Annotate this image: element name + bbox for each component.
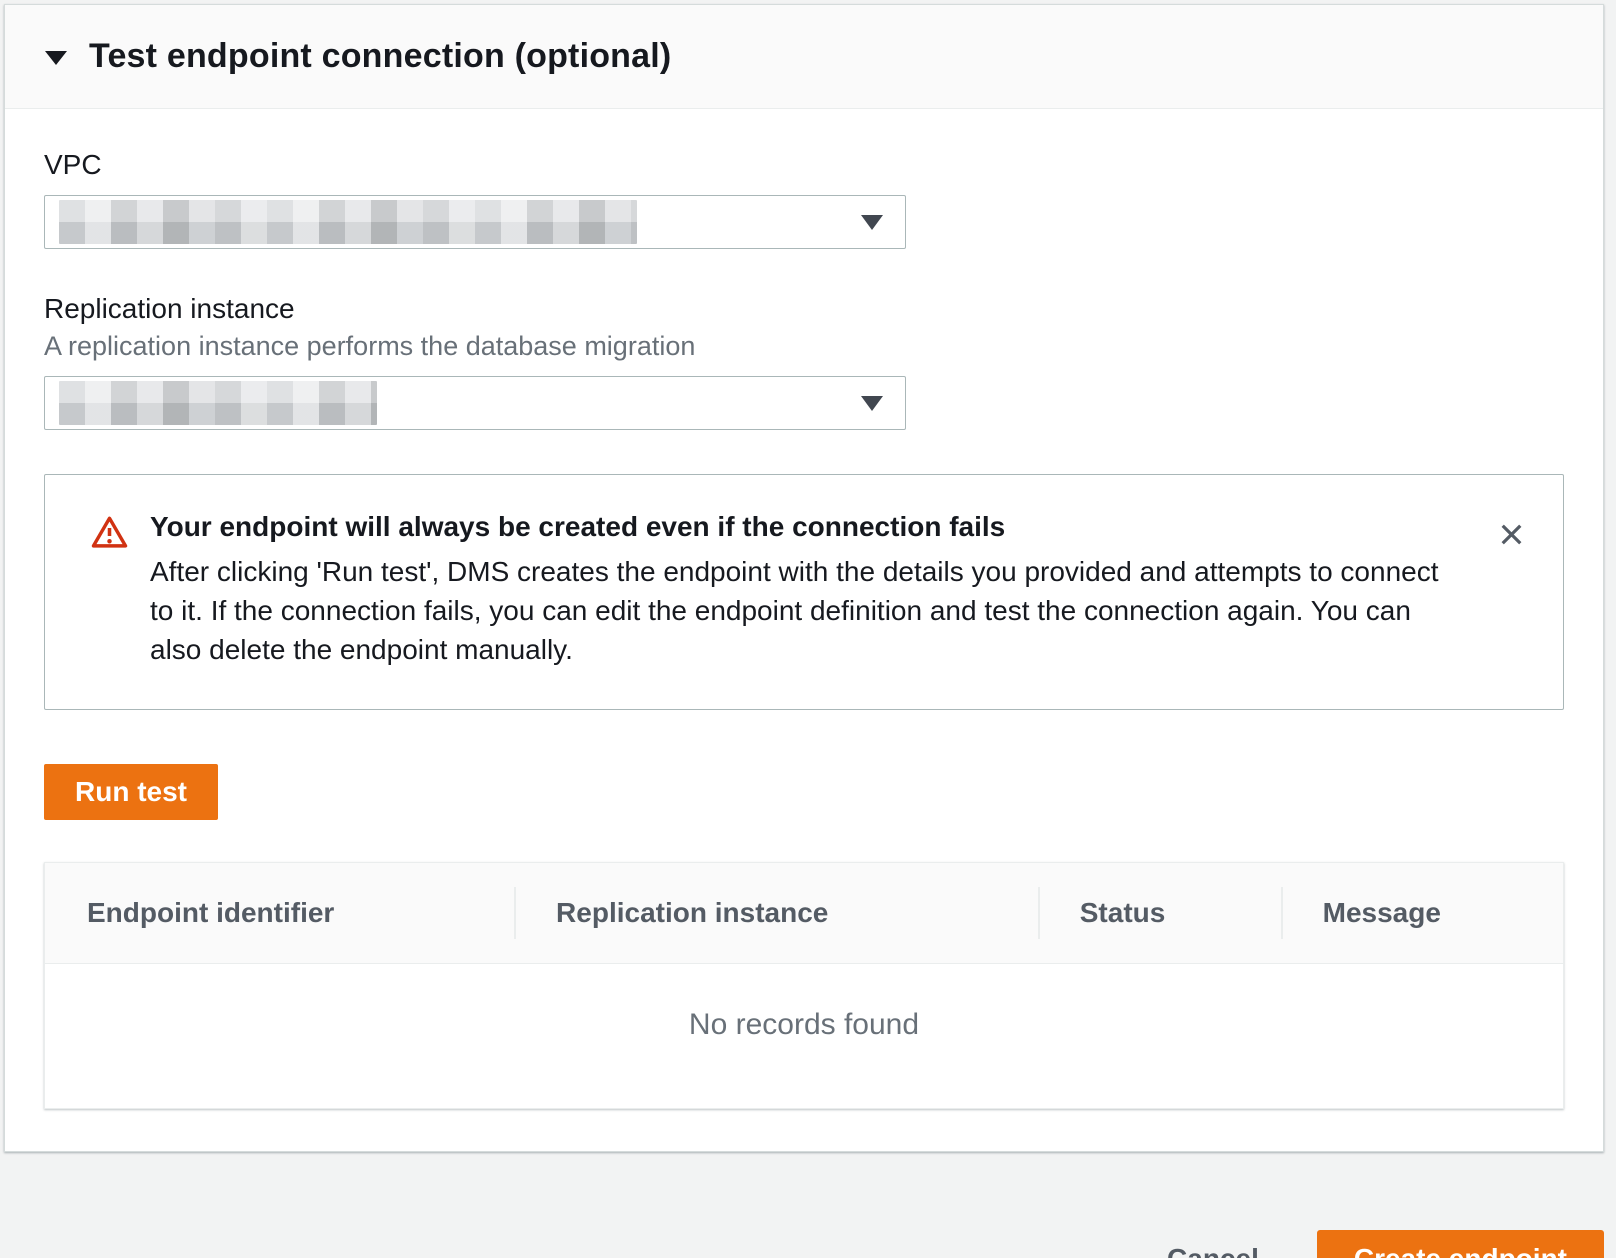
vpc-select[interactable] <box>44 195 906 249</box>
redacted-vpc-value <box>59 200 637 244</box>
replication-instance-field: Replication instance A replication insta… <box>44 293 1564 430</box>
section-title: Test endpoint connection (optional) <box>89 37 671 76</box>
form-actions-footer: Cancel Create endpoint <box>0 1152 1616 1258</box>
replication-instance-description: A replication instance performs the data… <box>44 331 1564 362</box>
section-body: VPC Replication instance A replication i… <box>5 109 1603 1151</box>
create-endpoint-button[interactable]: Create endpoint <box>1317 1230 1604 1258</box>
column-header-message: Message <box>1281 863 1563 963</box>
dismiss-warning-button[interactable] <box>1494 517 1529 555</box>
section-header[interactable]: Test endpoint connection (optional) <box>5 5 1603 109</box>
warning-triangle-icon <box>91 515 128 554</box>
test-endpoint-connection-section: Test endpoint connection (optional) VPC … <box>4 4 1604 1152</box>
empty-state-message: No records found <box>45 964 1563 1108</box>
collapse-triangle-icon <box>45 51 67 65</box>
chevron-down-icon <box>861 396 883 411</box>
warning-content: Your endpoint will always be created eve… <box>150 511 1494 669</box>
redacted-replication-instance-value <box>59 381 377 425</box>
column-header-endpoint-identifier: Endpoint identifier <box>45 863 514 963</box>
test-results-table: Endpoint identifier Replication instance… <box>44 862 1564 1109</box>
vpc-field: VPC <box>44 149 1564 249</box>
close-icon <box>1496 538 1527 553</box>
replication-instance-select[interactable] <box>44 376 906 430</box>
run-test-button[interactable]: Run test <box>44 764 218 820</box>
cancel-button[interactable]: Cancel <box>1143 1233 1283 1258</box>
replication-instance-label: Replication instance <box>44 293 1564 325</box>
warning-title: Your endpoint will always be created eve… <box>150 511 1464 543</box>
column-header-status: Status <box>1038 863 1281 963</box>
warning-alert: Your endpoint will always be created eve… <box>44 474 1564 710</box>
vpc-label: VPC <box>44 149 1564 181</box>
chevron-down-icon <box>861 215 883 230</box>
warning-body: After clicking 'Run test', DMS creates t… <box>150 552 1450 669</box>
column-header-replication-instance: Replication instance <box>514 863 1038 963</box>
table-header-row: Endpoint identifier Replication instance… <box>45 863 1563 964</box>
